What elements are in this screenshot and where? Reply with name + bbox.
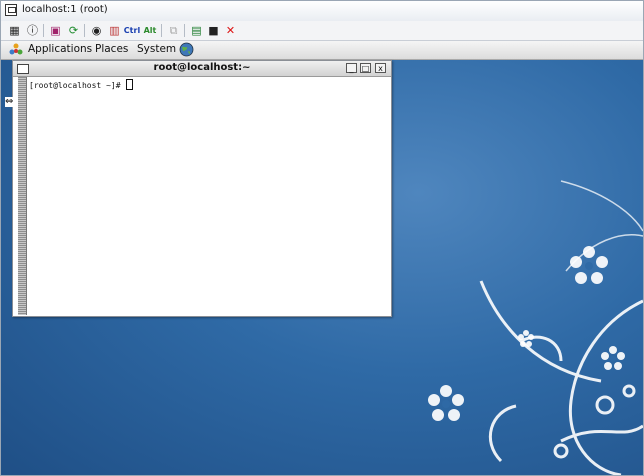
- applications-menu[interactable]: Applications: [28, 43, 92, 55]
- toolbar-separator: [184, 24, 185, 37]
- toolbar-separator: [84, 24, 85, 37]
- vnc-viewer-window: localhost:1 (root) ▦ ⓘ ▣ ⟳ ◉ ▥ Ctrl Alt …: [0, 0, 644, 476]
- resize-cursor-icon: ⇔: [5, 96, 14, 107]
- view-icon[interactable]: ◉: [89, 23, 104, 38]
- text-cursor: [126, 79, 134, 90]
- terminal-prompt-line: [root@localhost ~]#: [29, 79, 134, 90]
- maximize-button[interactable]: □: [360, 63, 371, 73]
- window-titlebar[interactable]: localhost:1 (root): [1, 1, 643, 22]
- save-icon[interactable]: ■: [206, 23, 221, 38]
- terminal-titlebar[interactable]: root@localhost:~ _ □ x: [13, 61, 391, 77]
- toolbar-separator: [161, 24, 162, 37]
- info-icon[interactable]: ⓘ: [25, 23, 40, 38]
- toolbar-separator: [43, 24, 44, 37]
- ctrl-alt-del-icon[interactable]: ▥: [107, 23, 122, 38]
- close-icon[interactable]: ✕: [223, 23, 238, 38]
- alt-button[interactable]: Alt: [141, 23, 159, 38]
- vnc-toolbar: ▦ ⓘ ▣ ⟳ ◉ ▥ Ctrl Alt ⧉ ▤ ■ ✕: [1, 21, 643, 41]
- top-panel: Applications Places System: [1, 41, 643, 60]
- window-title: localhost:1 (root): [22, 4, 108, 15]
- copy-icon[interactable]: ⧉: [166, 23, 181, 38]
- globe-icon[interactable]: [179, 42, 194, 57]
- ctrl-button[interactable]: Ctrl: [123, 23, 141, 38]
- terminal-prompt: [root@localhost ~]#: [29, 81, 126, 90]
- terminal-content[interactable]: [root@localhost ~]#: [29, 77, 389, 315]
- close-button[interactable]: x: [375, 63, 386, 73]
- refresh-icon[interactable]: ⟳: [66, 23, 81, 38]
- vnc-app-icon: [5, 4, 17, 16]
- fullscreen-icon[interactable]: ▣: [48, 23, 63, 38]
- new-connection-icon[interactable]: ▤: [189, 23, 204, 38]
- terminal-title: root@localhost:~: [153, 62, 251, 73]
- terminal-window[interactable]: root@localhost:~ _ □ x [root@localhost ~…: [12, 60, 392, 317]
- terminal-scrollbar[interactable]: [18, 77, 27, 315]
- options-icon[interactable]: ▦: [7, 23, 22, 38]
- system-menu[interactable]: System: [137, 43, 176, 55]
- gnome-desktop: Applications Places System root@localhos…: [1, 41, 643, 475]
- places-menu[interactable]: Places: [95, 43, 128, 55]
- applications-icon: [9, 43, 23, 55]
- minimize-button[interactable]: _: [346, 63, 357, 73]
